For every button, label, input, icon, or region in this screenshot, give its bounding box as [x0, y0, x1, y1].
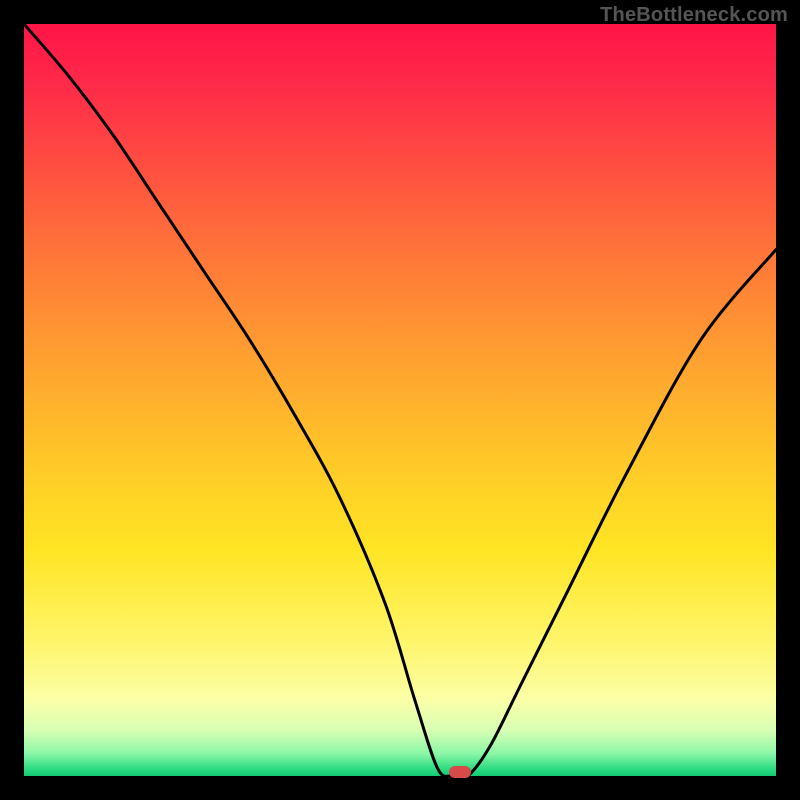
optimum-marker — [449, 766, 471, 778]
plot-area — [24, 24, 776, 776]
watermark-text: TheBottleneck.com — [600, 4, 788, 27]
bottleneck-curve — [24, 24, 776, 776]
chart-frame: TheBottleneck.com — [0, 0, 800, 800]
